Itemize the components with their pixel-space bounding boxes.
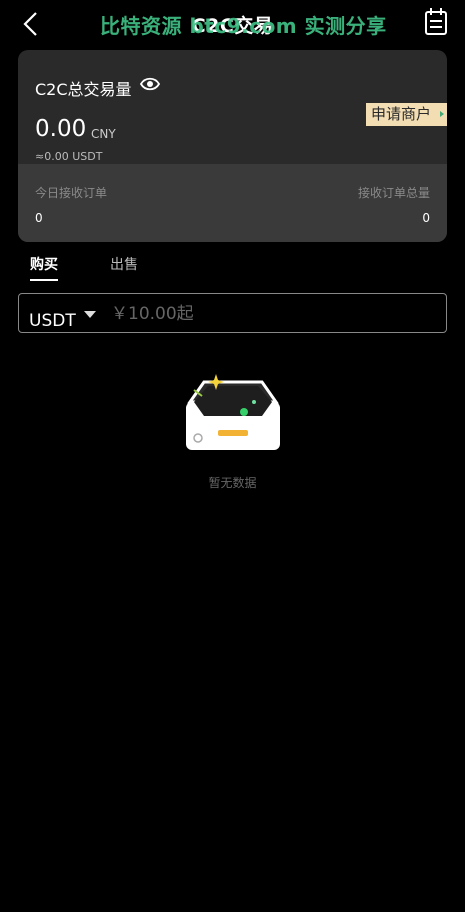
- tab-sell[interactable]: 出售: [110, 254, 138, 274]
- today-orders-label: 今日接收订单: [35, 186, 108, 200]
- filter-bar: USDT: [18, 293, 447, 333]
- apply-merchant-button[interactable]: 申请商户: [365, 103, 447, 126]
- amount-input[interactable]: [109, 301, 433, 327]
- empty-box-icon: [186, 374, 280, 450]
- usdt-equivalent: ≈0.00 USDT: [35, 150, 103, 163]
- summary-card: C2C总交易量 0.00 CNY ≈0.00 USDT 申请商户 今日接收订单 …: [18, 50, 447, 242]
- watermark: 比特资源 btc9.com 实测分享: [100, 14, 387, 38]
- eye-icon[interactable]: [140, 76, 160, 92]
- caret-down-icon[interactable]: [84, 311, 96, 318]
- total-orders-label: 接收订单总量: [357, 186, 430, 200]
- arrow-right-icon: [440, 111, 444, 117]
- tab-buy[interactable]: 购买: [30, 254, 58, 274]
- active-tab-indicator: [30, 279, 58, 281]
- today-orders-value: 0: [35, 211, 43, 225]
- total-amount: 0.00: [35, 116, 87, 142]
- order-stats: 今日接收订单 0 接收订单总量 0: [18, 164, 447, 242]
- total-volume-title: C2C总交易量: [35, 80, 132, 99]
- amount-currency: CNY: [91, 127, 116, 141]
- currency-select[interactable]: USDT: [29, 311, 76, 331]
- calendar-icon[interactable]: [424, 6, 448, 36]
- top-bar: C2C交易 比特资源 btc9.com 实测分享: [0, 0, 465, 48]
- apply-merchant-label: 申请商户: [370, 105, 431, 123]
- total-orders-value: 0: [422, 211, 430, 225]
- empty-state-text: 暂无数据: [208, 476, 257, 490]
